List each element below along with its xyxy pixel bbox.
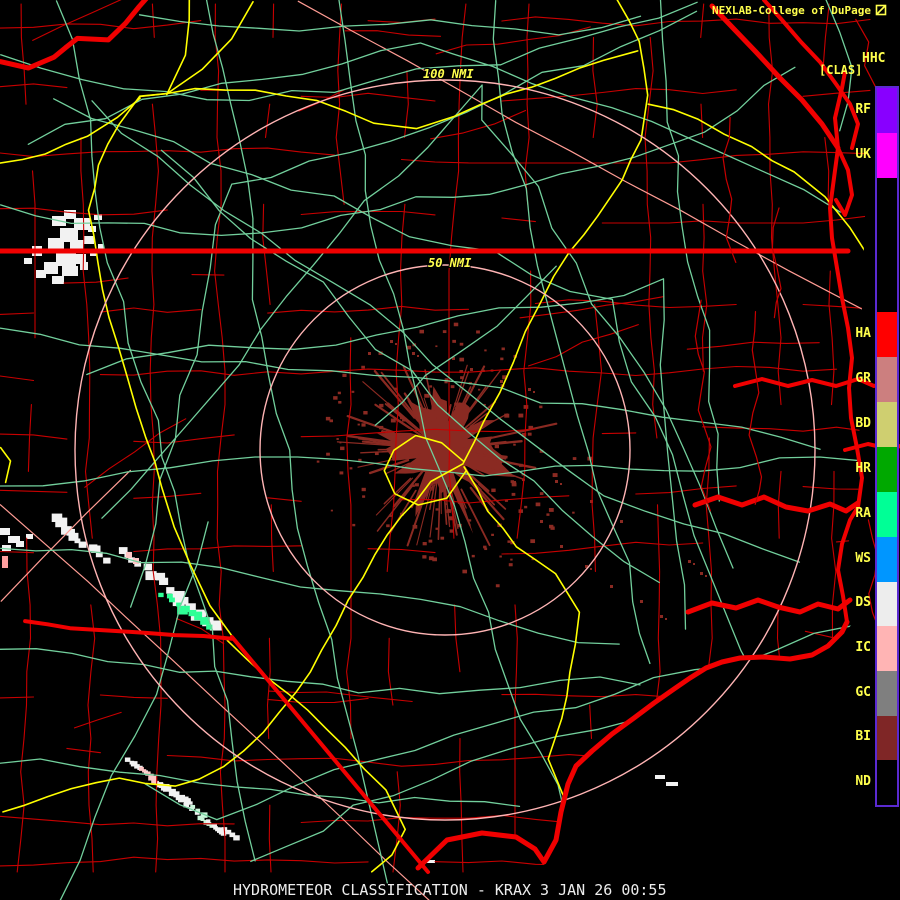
legend-segment-HA xyxy=(877,312,897,357)
legend-segment-HR xyxy=(877,447,897,492)
product-title: HYDROMETEOR CLASSIFICATION - KRAX 3 JAN … xyxy=(233,881,667,899)
legend-label-HR: HR xyxy=(855,460,871,476)
legend-segment-IC xyxy=(877,626,897,671)
legend-label-GC: GC xyxy=(855,684,871,700)
radar-display: NEXLAB-College of DuPage HHC [CLAS] 100 … xyxy=(0,0,900,900)
legend-segment-RF xyxy=(877,88,897,133)
legend-segment-gap xyxy=(877,178,897,312)
legend-segment-GR xyxy=(877,357,897,402)
legend-segment-DS xyxy=(877,582,897,626)
legend-label-RA: RA xyxy=(855,505,871,521)
legend-label-HA: HA xyxy=(855,325,871,341)
legend-segment-UK xyxy=(877,133,897,178)
legend-color-bar xyxy=(875,86,899,807)
legend-segment-WS xyxy=(877,537,897,582)
legend-segment-BD xyxy=(877,402,897,447)
radar-map-canvas xyxy=(0,0,900,900)
legend-label-BI: BI xyxy=(855,729,871,744)
legend-label-RF: RF xyxy=(855,101,871,117)
flag-icon xyxy=(875,4,887,16)
legend-label-DS: DS xyxy=(855,595,871,610)
legend-segment-RA xyxy=(877,492,897,537)
legend-label-BD: BD xyxy=(855,415,871,431)
brand: NEXLAB-College of DuPage xyxy=(712,3,888,17)
legend-label-GR: GR xyxy=(855,370,871,386)
legend-label-WS: WS xyxy=(855,550,871,566)
product-tag: [CLAS] xyxy=(819,63,863,77)
legend-segment-BI xyxy=(877,716,897,760)
brand-text: NEXLAB-College of DuPage xyxy=(712,3,871,17)
ring-label-50nmi: 50 NMI xyxy=(428,256,472,270)
legend-label-UK: UK xyxy=(855,146,871,162)
legend-segment-ND xyxy=(877,760,897,805)
legend-label-IC: IC xyxy=(855,639,871,655)
legend-segment-GC xyxy=(877,671,897,716)
product-name: HHC xyxy=(862,51,886,66)
legend-label-ND: ND xyxy=(855,773,871,789)
ring-label-100nmi: 100 NMI xyxy=(423,67,474,81)
